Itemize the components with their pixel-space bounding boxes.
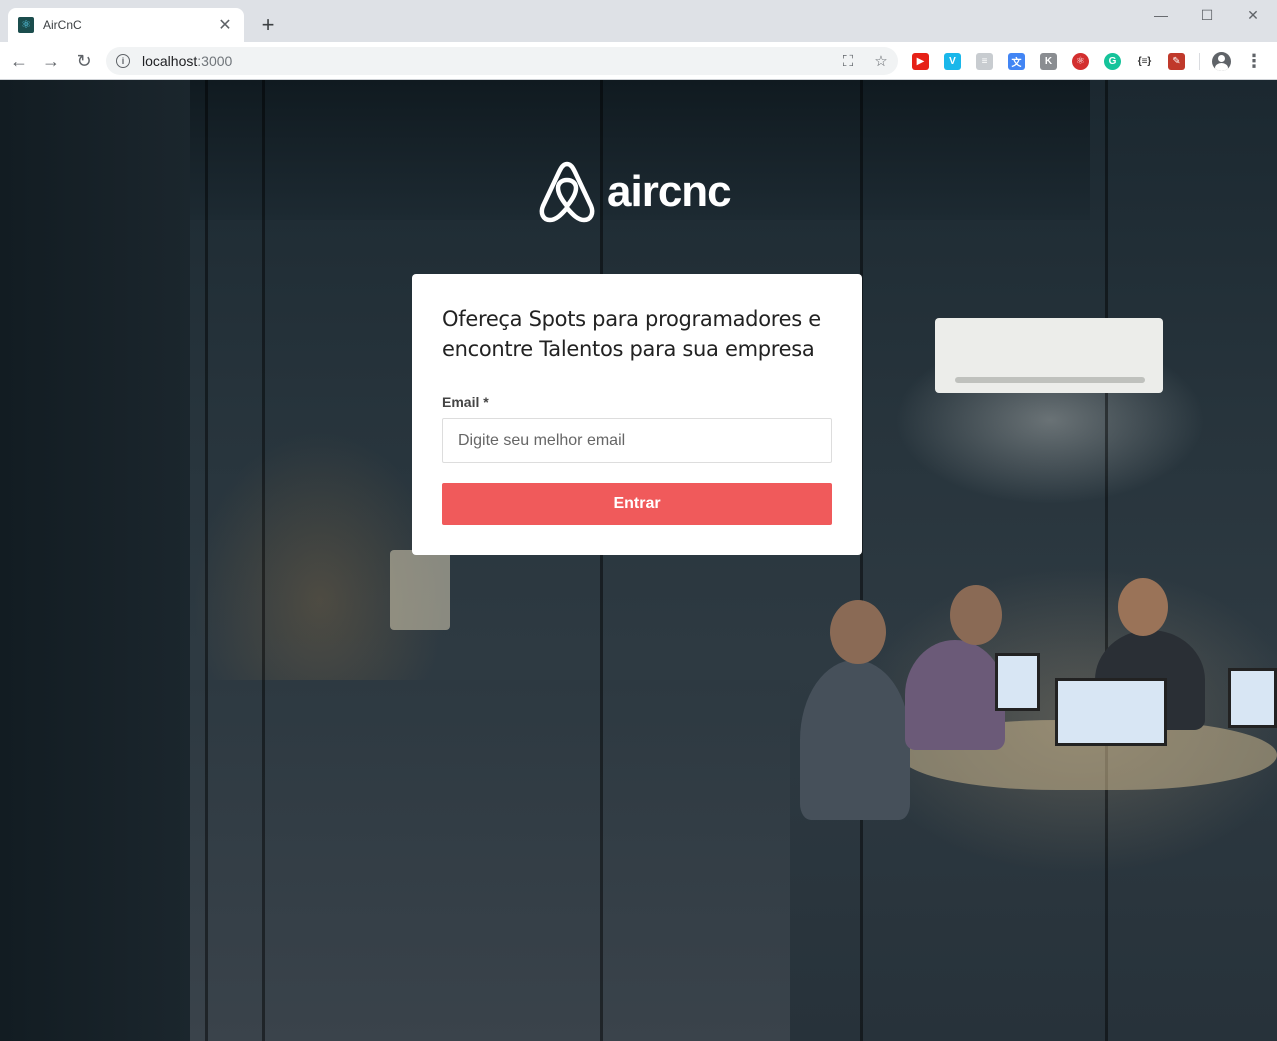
- k-extension-icon[interactable]: K: [1040, 53, 1057, 70]
- react-devtools-extension-icon[interactable]: ⚛: [1072, 53, 1089, 70]
- back-arrow-icon[interactable]: ←: [6, 48, 32, 74]
- glass-frame: [600, 80, 603, 1041]
- vimeo-extension-icon[interactable]: V: [944, 53, 961, 70]
- translate-extension-icon[interactable]: 文: [1008, 53, 1025, 70]
- glass-frame: [1105, 80, 1108, 1041]
- address-bar[interactable]: i localhost:3000 ⛶ ☆: [106, 47, 898, 75]
- page-viewport: aircnc Ofereça Spots para programadores …: [0, 80, 1277, 1041]
- background-person: [800, 660, 910, 820]
- translate-icon[interactable]: ⛶: [838, 51, 858, 71]
- entrar-button[interactable]: Entrar: [442, 483, 832, 525]
- email-label: Email *: [442, 394, 489, 410]
- background-person-head: [950, 585, 1002, 645]
- grammarly-extension-icon[interactable]: G: [1104, 53, 1121, 70]
- maximize-icon[interactable]: ☐: [1184, 4, 1230, 26]
- background-person-head: [1118, 578, 1168, 636]
- browser-toolbar: ← → ↻ i localhost:3000 ⛶ ☆ ▶ V ≡ 文 K ⚛ G…: [0, 42, 1277, 80]
- background-photo: [0, 80, 190, 1041]
- background-air-conditioner: [935, 318, 1163, 393]
- background-floor: [190, 680, 790, 1041]
- reload-icon[interactable]: ↻: [71, 48, 97, 74]
- browser-tab[interactable]: ⚛ AirCnC ✕: [8, 8, 244, 42]
- background-laptop: [1055, 678, 1167, 746]
- forward-arrow-icon[interactable]: →: [38, 48, 64, 74]
- profile-avatar-icon[interactable]: [1212, 52, 1231, 71]
- window-close-icon[interactable]: ✕: [1230, 4, 1276, 26]
- new-tab-plus-icon[interactable]: +: [255, 12, 281, 38]
- site-info-icon[interactable]: i: [116, 54, 130, 68]
- login-card: Ofereça Spots para programadores e encon…: [412, 274, 862, 555]
- json-viewer-extension-icon[interactable]: {≡}: [1136, 53, 1153, 70]
- glass-frame: [860, 80, 863, 1041]
- tab-title: AirCnC: [43, 18, 82, 32]
- background-chair: [390, 550, 450, 630]
- background-person: [905, 640, 1005, 750]
- background-person-head: [830, 600, 886, 664]
- background-laptop: [1228, 668, 1277, 728]
- bookmark-star-icon[interactable]: ☆: [871, 51, 891, 71]
- login-intro-text: Ofereça Spots para programadores e encon…: [442, 307, 821, 361]
- toolbar-separator: [1199, 53, 1200, 70]
- minimize-icon[interactable]: —: [1138, 4, 1184, 26]
- react-favicon-icon: ⚛: [18, 17, 34, 33]
- aircnc-logo: aircnc: [537, 160, 737, 224]
- tab-close-icon[interactable]: ✕: [216, 16, 234, 34]
- youtube-extension-icon[interactable]: ▶: [912, 53, 929, 70]
- url-host: localhost: [142, 53, 198, 69]
- browser-titlebar: ⚛ AirCnC ✕ + — ☐ ✕: [0, 0, 1277, 42]
- glass-frame: [262, 80, 265, 1041]
- glass-frame: [205, 80, 208, 1041]
- notes-extension-icon[interactable]: ≡: [976, 53, 993, 70]
- background-laptop: [995, 653, 1040, 711]
- email-input[interactable]: [442, 418, 832, 463]
- picker-extension-icon[interactable]: ✎: [1168, 53, 1185, 70]
- menu-kebab-icon[interactable]: ⋮: [1244, 51, 1264, 71]
- logo-text: aircnc: [607, 167, 732, 216]
- airbnb-belo-icon: [539, 161, 595, 223]
- url-port: :3000: [197, 53, 233, 69]
